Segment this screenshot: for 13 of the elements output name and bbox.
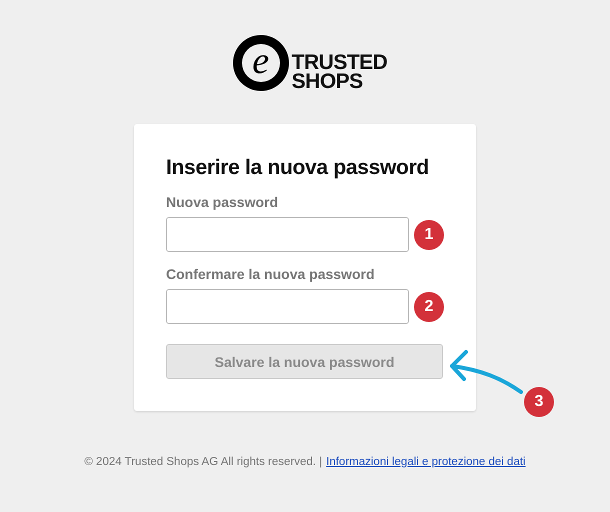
field-label: Confermare la nuova password bbox=[166, 265, 375, 283]
password-field[interactable] bbox=[166, 217, 409, 252]
password-field[interactable] bbox=[166, 289, 409, 324]
legal-link[interactable]: Informazioni legali e protezione dei dati bbox=[326, 456, 526, 468]
logo-text: SHOPS bbox=[292, 72, 364, 91]
logo-mark: e bbox=[232, 35, 289, 91]
logo-text: TRUSTED bbox=[292, 53, 388, 72]
step-badge: 1 bbox=[414, 220, 444, 250]
form-title: Inserire la nuova password bbox=[166, 155, 430, 181]
step-badge: 2 bbox=[414, 292, 444, 322]
field-label: Nuova password bbox=[166, 193, 278, 211]
step-badge: 3 bbox=[524, 387, 554, 417]
copyright-text: © 2024 Trusted Shops AG All rights reserved. | bbox=[84, 456, 322, 468]
